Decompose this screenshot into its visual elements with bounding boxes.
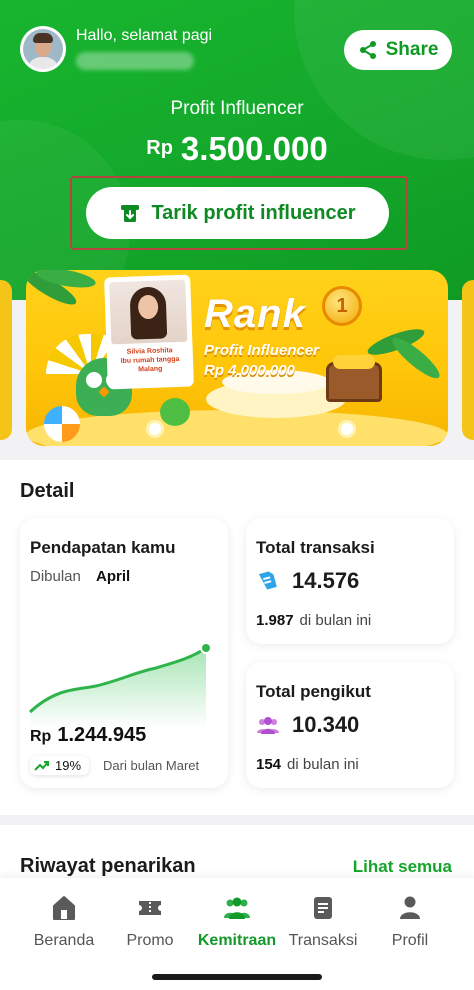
treasure-chest-illustration [326, 355, 382, 402]
nav-label-transaksi: Transaksi [288, 932, 358, 949]
beach-ball-illustration [44, 406, 80, 442]
followers-value: 10.340 [292, 712, 360, 737]
profit-label: Profit Influencer [170, 98, 304, 119]
rank-medal-icon: 1 [322, 286, 362, 326]
income-trend: 19% Dari bulan Maret [30, 756, 199, 775]
header: Hallo, selamat pagi Share Profit Influen… [0, 0, 474, 300]
partners-icon [224, 897, 250, 919]
share-icon [359, 41, 376, 59]
transactions-card[interactable]: Total transaksi 14.576 1.987 di bulan ini [246, 518, 454, 644]
nav-item-profil[interactable]: Profil [363, 894, 457, 950]
followers-icon [257, 717, 279, 734]
nav-label-beranda: Beranda [33, 932, 95, 949]
banner-next-peek[interactable] [462, 280, 474, 440]
detail-section: Detail Pendapatan kamu Dibulan April Rp 1… [0, 460, 474, 815]
share-button[interactable]: Share [344, 30, 452, 70]
person-icon [400, 896, 420, 919]
nav-label-kemitraan: Kemitraan [197, 932, 277, 949]
withdrawal-history-title: Riwayat penarikan [20, 855, 196, 877]
receipt-icon [314, 897, 332, 919]
income-card[interactable]: Pendapatan kamu Dibulan April Rp 1.244.94… [20, 518, 228, 788]
trend-badge: 19% [30, 756, 90, 775]
nav-label-promo: Promo [126, 932, 174, 949]
income-value: 1.244.945 [57, 724, 147, 746]
blurred-username [76, 52, 194, 70]
nav-item-kemitraan[interactable]: Kemitraan [190, 894, 284, 950]
medal-number: 1 [336, 294, 348, 317]
see-all-link[interactable]: Lihat semua [353, 857, 452, 877]
income-title: Pendapatan kamu [30, 538, 176, 557]
nav-label-profil: Profil [391, 932, 429, 949]
transactions-stat: 14.576 [256, 568, 359, 594]
transaction-icon [258, 571, 277, 590]
followers-month-value: 154 [256, 756, 282, 773]
banner-sand [26, 410, 448, 446]
withdraw-label: Tarik profit influencer [151, 201, 356, 224]
followers-title: Total pengikut [256, 682, 371, 701]
nav-item-beranda[interactable]: Beranda [17, 894, 111, 950]
trend-up-icon [34, 760, 49, 771]
income-amount: Rp 1.244.945 [30, 724, 146, 747]
transactions-title: Total transaksi [256, 538, 375, 557]
trend-percent: 19% [55, 758, 82, 773]
rank-banner[interactable]: Silvia Roshita Ibu rumah tangga Malang R… [26, 270, 448, 446]
transactions-month-value: 1.987 [256, 612, 294, 629]
followers-month-text: di bulan ini [287, 756, 359, 773]
detail-title: Detail [20, 480, 75, 502]
influencer-caption: Silvia Roshita Ibu rumah tangga Malang [120, 347, 180, 374]
ticket-icon [139, 901, 161, 915]
withdraw-button[interactable]: Tarik profit influencer [86, 187, 389, 239]
banner-prev-peek[interactable] [0, 280, 12, 440]
share-label: Share [385, 39, 439, 60]
avatar[interactable] [20, 26, 66, 72]
profit-value: 3.500.000 [180, 130, 328, 167]
income-month[interactable]: April [96, 568, 130, 585]
banner-subtitle: Profit Influencer [204, 342, 320, 359]
nav-item-promo[interactable]: Promo [103, 894, 197, 950]
profit-amount: Rp 3.500.000 [0, 130, 474, 168]
bottom-navigation: Beranda Promo Kemitraan Transaksi Profil [0, 878, 474, 990]
nav-item-transaksi[interactable]: Transaksi [276, 894, 370, 950]
income-period-label: Dibulan [30, 568, 81, 585]
trend-text: Dari bulan Maret [103, 758, 200, 773]
home-indicator[interactable] [152, 974, 322, 980]
transactions-month-text: di bulan ini [299, 612, 372, 629]
flower-illustration [338, 420, 356, 438]
followers-stat: 10.340 [256, 712, 359, 738]
greeting-text: Hallo, selamat pagi [76, 27, 213, 44]
flower-illustration [146, 420, 164, 438]
withdraw-icon [121, 205, 140, 222]
home-icon [53, 896, 75, 920]
income-currency: Rp [30, 728, 52, 745]
transactions-month: 1.987 di bulan ini [256, 612, 371, 629]
avatar-photo [23, 29, 63, 69]
banner-amount: Rp 4.000.000 [204, 362, 295, 379]
influencer-photo [109, 279, 188, 345]
followers-card[interactable]: Total pengikut 10.340 154 di bulan ini [246, 662, 454, 788]
influencer-photo-card: Silvia Roshita Ibu rumah tangga Malang [104, 274, 194, 390]
banner-title: Rank [204, 292, 306, 336]
profit-currency: Rp [146, 137, 173, 159]
transactions-value: 14.576 [292, 568, 360, 593]
coconut-illustration [160, 398, 190, 426]
followers-month: 154 di bulan ini [256, 756, 359, 773]
